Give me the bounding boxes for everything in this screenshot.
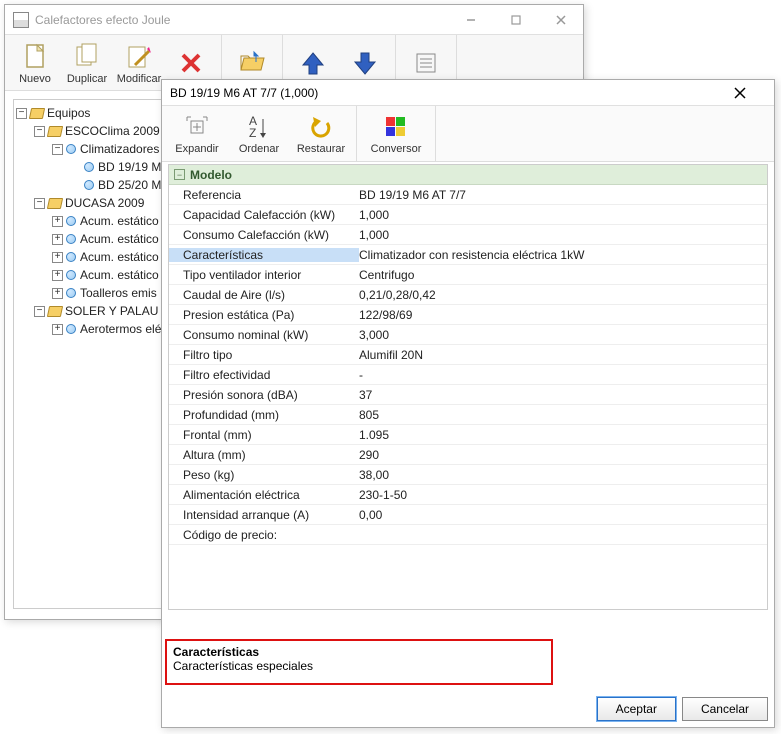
property-row[interactable]: CaracterísticasClimatizador con resisten… [169,245,767,265]
sort-icon: AZ [245,113,273,141]
converter-icon [382,113,410,141]
expand-button[interactable]: Expandir [166,106,228,161]
property-key: Frontal (mm) [169,428,359,442]
arrow-up-icon [299,48,327,78]
property-key: Código de precio: [169,528,359,542]
restore-button[interactable]: Restaurar [290,106,352,161]
arrow-down-icon [351,48,379,78]
property-row[interactable]: ReferenciaBD 19/19 M6 AT 7/7 [169,185,767,205]
property-grid[interactable]: − Modelo ReferenciaBD 19/19 M6 AT 7/7Cap… [168,164,768,610]
property-key: Intensidad arranque (A) [169,508,359,522]
property-row[interactable]: Código de precio: [169,525,767,545]
property-value[interactable]: BD 19/19 M6 AT 7/7 [359,188,767,202]
property-row[interactable]: Filtro tipoAlumifil 20N [169,345,767,365]
property-key: Caudal de Aire (l/s) [169,288,359,302]
property-row[interactable]: Intensidad arranque (A)0,00 [169,505,767,525]
property-key: Peso (kg) [169,468,359,482]
svg-text:Z: Z [249,126,256,140]
new-label: Nuevo [19,73,51,85]
property-value[interactable]: 805 [359,408,767,422]
child-title: BD 19/19 M6 AT 7/7 (1,000) [162,86,734,100]
property-key: Presion estática (Pa) [169,308,359,322]
child-toolbar: Expandir AZ Ordenar Restaurar Conversor [162,106,774,162]
sort-button[interactable]: AZ Ordenar [228,106,290,161]
property-value[interactable]: Climatizador con resistencia eléctrica 1… [359,248,767,262]
property-key: Alimentación eléctrica [169,488,359,502]
property-row[interactable]: Consumo nominal (kW)3,000 [169,325,767,345]
property-row[interactable]: Filtro efectividad- [169,365,767,385]
property-key: Tipo ventilador interior [169,268,359,282]
collapse-icon[interactable]: − [174,169,185,180]
property-row[interactable]: Caudal de Aire (l/s)0,21/0,28/0,42 [169,285,767,305]
property-key: Profundidad (mm) [169,408,359,422]
property-value[interactable]: 122/98/69 [359,308,767,322]
property-value[interactable]: 0,21/0,28/0,42 [359,288,767,302]
property-key: Presión sonora (dBA) [169,388,359,402]
property-value[interactable]: Centrifugo [359,268,767,282]
property-value[interactable]: 1.095 [359,428,767,442]
cancel-button[interactable]: Cancelar [682,697,768,721]
folder-open-icon [238,48,266,78]
property-key: Altura (mm) [169,448,359,462]
property-row[interactable]: Presion estática (Pa)122/98/69 [169,305,767,325]
property-row[interactable]: Frontal (mm)1.095 [169,425,767,445]
description-text: Características especiales [173,659,545,673]
edit-icon [125,41,153,71]
property-row[interactable]: Alimentación eléctrica230-1-50 [169,485,767,505]
property-key: Consumo nominal (kW) [169,328,359,342]
property-row[interactable]: Peso (kg)38,00 [169,465,767,485]
property-key: Capacidad Calefacción (kW) [169,208,359,222]
child-titlebar: BD 19/19 M6 AT 7/7 (1,000) [162,80,774,106]
property-row[interactable]: Profundidad (mm)805 [169,405,767,425]
property-value[interactable]: 37 [359,388,767,402]
property-key: Consumo Calefacción (kW) [169,228,359,242]
property-value[interactable]: 230-1-50 [359,488,767,502]
property-group-header[interactable]: − Modelo [169,165,767,185]
property-value[interactable]: - [359,368,767,382]
property-value[interactable]: 1,000 [359,228,767,242]
parent-titlebar: Calefactores efecto Joule [5,5,583,35]
duplicate-label: Duplicar [67,73,107,85]
description-title: Características [173,645,545,659]
delete-icon [177,47,205,77]
property-key: Filtro tipo [169,348,359,362]
property-key: Filtro efectividad [169,368,359,382]
property-key: Características [169,248,359,262]
property-value[interactable]: 1,000 [359,208,767,222]
accept-button[interactable]: Aceptar [597,697,676,721]
child-close-button[interactable] [734,87,774,99]
property-row[interactable]: Consumo Calefacción (kW)1,000 [169,225,767,245]
property-key: Referencia [169,188,359,202]
child-window: BD 19/19 M6 AT 7/7 (1,000) Expandir AZ O… [161,79,775,728]
undo-icon [307,113,335,141]
property-value[interactable]: Alumifil 20N [359,348,767,362]
new-icon [21,41,49,71]
app-icon [13,12,29,28]
description-panel: Características Características especial… [165,639,553,685]
converter-button[interactable]: Conversor [361,106,431,161]
property-row[interactable]: Altura (mm)290 [169,445,767,465]
parent-title: Calefactores efecto Joule [29,13,448,27]
property-row[interactable]: Presión sonora (dBA)37 [169,385,767,405]
property-row[interactable]: Tipo ventilador interiorCentrifugo [169,265,767,285]
property-value[interactable]: 3,000 [359,328,767,342]
edit-label: Modificar [117,73,162,85]
property-row[interactable]: Capacidad Calefacción (kW)1,000 [169,205,767,225]
group-title: Modelo [190,168,232,182]
expand-icon [183,113,211,141]
minimize-button[interactable] [448,6,493,34]
new-button[interactable]: Nuevo [9,35,61,90]
property-value[interactable]: 0,00 [359,508,767,522]
close-button[interactable] [538,6,583,34]
duplicate-icon [73,41,101,71]
edit-button[interactable]: Modificar [113,35,165,90]
maximize-button[interactable] [493,6,538,34]
property-value[interactable]: 290 [359,448,767,462]
list-icon [412,48,440,78]
duplicate-button[interactable]: Duplicar [61,35,113,90]
property-value[interactable]: 38,00 [359,468,767,482]
dialog-button-bar: Aceptar Cancelar [597,697,768,721]
